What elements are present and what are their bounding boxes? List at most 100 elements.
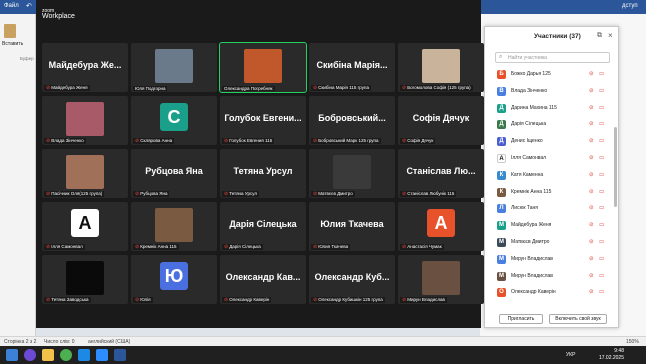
- muted-mic-icon[interactable]: ⊘: [589, 138, 594, 144]
- tile-display-name: Дарія Сілецька: [229, 219, 297, 229]
- tile-name-label: ⊘Склярова Анна: [133, 138, 175, 144]
- video-tile[interactable]: Олександр Куб... ⊘Олександр Кубишкін 125 …: [309, 255, 395, 304]
- participants-panel: Участники (37) ⧉ × ⌕ Найти участника Б Бо…: [484, 26, 619, 328]
- tile-name-text: Тетяна Урсул: [229, 191, 257, 196]
- participant-row[interactable]: В Влада Зінченко ⊘ ▭: [485, 84, 620, 99]
- video-tile[interactable]: Тетяна Урсул ⊘Тетяна Урсул: [220, 149, 306, 198]
- word-menu-file[interactable]: Файл: [4, 3, 19, 9]
- panel-scrollbar[interactable]: [614, 127, 617, 207]
- tile-name-label: ⊘Матвєєв Дмитро: [311, 191, 355, 197]
- viber-icon[interactable]: [24, 349, 36, 361]
- participant-row[interactable]: К Кремнік Анна 115 ⊘ ▭: [485, 185, 620, 200]
- file-explorer-icon[interactable]: [42, 349, 54, 361]
- tile-name-text: Скибіна Марія 115 група: [318, 85, 369, 90]
- video-tile[interactable]: Рубцова Яна ⊘Рубцова Яна: [131, 149, 217, 198]
- video-tile[interactable]: C ⊘Склярова Анна: [131, 96, 217, 145]
- muted-mic-icon[interactable]: ⊘: [589, 273, 594, 279]
- video-tile[interactable]: Станіслав Лю... ⊘Станіслав Любунік 115: [398, 149, 484, 198]
- participant-row[interactable]: О Олександр Каверін ⊘ ▭: [485, 285, 620, 300]
- unmute-self-button[interactable]: Включить свой звук: [549, 314, 607, 324]
- video-tile[interactable]: A ⊘Ілля Самонвал: [42, 202, 128, 251]
- video-off-icon[interactable]: ▭: [599, 71, 604, 77]
- video-off-icon[interactable]: ▭: [599, 138, 604, 144]
- participant-row[interactable]: М Майдебура Женя ⊘ ▭: [485, 218, 620, 233]
- undo-icon[interactable]: ↶: [26, 2, 32, 10]
- clock-time[interactable]: 9:48: [594, 348, 624, 354]
- word-taskbar-icon[interactable]: [114, 349, 126, 361]
- video-off-icon[interactable]: ▭: [599, 88, 604, 94]
- status-language[interactable]: английский (США): [88, 339, 130, 345]
- muted-mic-icon[interactable]: ⊘: [589, 105, 594, 111]
- video-off-icon[interactable]: ▭: [599, 105, 604, 111]
- video-off-icon[interactable]: ▭: [599, 172, 604, 178]
- video-off-icon[interactable]: ▭: [599, 239, 604, 245]
- video-off-icon[interactable]: ▭: [599, 155, 604, 161]
- participant-search-input[interactable]: ⌕ Найти участника: [495, 52, 610, 63]
- edge-icon[interactable]: [78, 349, 90, 361]
- video-tile[interactable]: ⊘Влада Зінченко: [42, 96, 128, 145]
- video-tile[interactable]: ⊘Пасічник Оля(125 група): [42, 149, 128, 198]
- muted-mic-icon[interactable]: ⊘: [589, 71, 594, 77]
- muted-mic-icon[interactable]: ⊘: [589, 155, 594, 161]
- language-indicator[interactable]: УКР: [566, 352, 575, 358]
- muted-mic-icon[interactable]: ⊘: [589, 205, 594, 211]
- video-tile[interactable]: Скибіна Марія... ⊘Скибіна Марія 115 група: [309, 43, 395, 92]
- video-off-icon[interactable]: ▭: [599, 273, 604, 279]
- start-icon[interactable]: [6, 349, 18, 361]
- video-tile[interactable]: Олександр Кав... ⊘Олександр Каверін: [220, 255, 306, 304]
- video-tile[interactable]: Юля Подгорна: [131, 43, 217, 92]
- participant-row[interactable]: М Мирун Владислав ⊘ ▭: [485, 252, 620, 267]
- participant-row[interactable]: Д Денис Іщенко ⊘ ▭: [485, 134, 620, 149]
- video-tile[interactable]: A ⊘Анастасія Чумак: [398, 202, 484, 251]
- chrome-icon[interactable]: [60, 349, 72, 361]
- muted-mic-icon[interactable]: ⊘: [589, 121, 594, 127]
- participant-row[interactable]: К Катя Каменна ⊘ ▭: [485, 168, 620, 183]
- video-tile[interactable]: ⊘Мирун Владислав: [398, 255, 484, 304]
- video-off-icon[interactable]: ▭: [599, 121, 604, 127]
- video-off-icon[interactable]: ▭: [599, 256, 604, 262]
- participant-row[interactable]: Д Дарина Махина 115 ⊘ ▭: [485, 101, 620, 116]
- video-tile[interactable]: Майдебура Же... ⊘Майдебура Женя: [42, 43, 128, 92]
- participant-row[interactable]: Б Божко Дарья 125 ⊘ ▭: [485, 67, 620, 82]
- video-tile[interactable]: ⊘Богомолова Софія (125 група): [398, 43, 484, 92]
- video-tile[interactable]: Софія Дячук ⊘Софія Дячук: [398, 96, 484, 145]
- tile-name-text: Юлія: [140, 297, 151, 302]
- video-off-icon[interactable]: ▭: [599, 205, 604, 211]
- video-tile[interactable]: Юлия Ткачева ⊘Юлия Ткачева: [309, 202, 395, 251]
- video-tile[interactable]: Голубок Евгени... ⊘Голубок Евгения 115: [220, 96, 306, 145]
- video-tile[interactable]: Дарія Сілецька ⊘Дарія Сілецька: [220, 202, 306, 251]
- zoom-taskbar-icon[interactable]: [96, 349, 108, 361]
- word-share-label[interactable]: дступ: [622, 3, 638, 9]
- muted-mic-icon[interactable]: ⊘: [589, 289, 594, 295]
- muted-mic-icon[interactable]: ⊘: [589, 88, 594, 94]
- participant-row[interactable]: Л Лисюк Таня ⊘ ▭: [485, 201, 620, 216]
- video-off-icon[interactable]: ▭: [599, 222, 604, 228]
- close-panel-icon[interactable]: ×: [608, 31, 613, 40]
- video-tile[interactable]: Ю ⊘Юлія: [131, 255, 217, 304]
- clock-date[interactable]: 17.02.2025: [594, 355, 624, 361]
- participant-row[interactable]: М Мирун Владислав ⊘ ▭: [485, 269, 620, 284]
- muted-mic-icon[interactable]: ⊘: [589, 189, 594, 195]
- muted-mic-icon[interactable]: ⊘: [589, 172, 594, 178]
- video-tile[interactable]: Олександра Погребняк: [219, 42, 307, 93]
- paste-icon[interactable]: [4, 24, 16, 38]
- muted-mic-icon[interactable]: ⊘: [589, 256, 594, 262]
- video-off-icon[interactable]: ▭: [599, 289, 604, 295]
- video-off-icon[interactable]: ▭: [599, 189, 604, 195]
- participant-row[interactable]: A Ілля Самонвал ⊘ ▭: [485, 151, 620, 166]
- popout-icon[interactable]: ⧉: [597, 32, 602, 40]
- video-tile[interactable]: Бобровський... ⊘Бобровський Марк 125 груп…: [309, 96, 395, 145]
- participant-avatar: Л: [497, 204, 506, 214]
- paste-label[interactable]: Вставить: [2, 41, 23, 47]
- video-tile[interactable]: ⊘Кремнік Анна 115: [131, 202, 217, 251]
- participant-row[interactable]: М Матвєєв Дмитро ⊘ ▭: [485, 235, 620, 250]
- invite-button[interactable]: Пригласить: [499, 314, 543, 324]
- video-tile[interactable]: ⊘Матвєєв Дмитро: [309, 149, 395, 198]
- muted-mic-icon: ⊘: [135, 244, 140, 250]
- tile-display-name: Рубцова Яна: [145, 166, 203, 176]
- video-tile[interactable]: ⊘Тетяна Заводська: [42, 255, 128, 304]
- muted-mic-icon[interactable]: ⊘: [589, 222, 594, 228]
- status-zoom[interactable]: 150%: [626, 339, 639, 345]
- muted-mic-icon[interactable]: ⊘: [589, 239, 594, 245]
- participant-row[interactable]: Д Дарія Сілецька ⊘ ▭: [485, 117, 620, 132]
